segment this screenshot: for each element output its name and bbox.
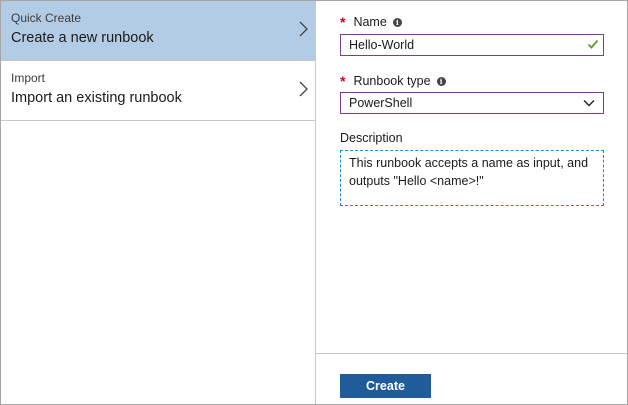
option-title: Quick Create [11, 11, 82, 25]
description-textarea[interactable]: This runbook accepts a name as input, an… [340, 150, 604, 206]
required-asterisk: * [340, 14, 346, 30]
required-asterisk: * [340, 73, 346, 89]
option-import[interactable]: Import Import an existing runbook [1, 61, 315, 121]
runbook-type-label-text: Runbook type [353, 74, 431, 88]
name-input[interactable]: Hello-World [340, 34, 604, 56]
runbook-form: * Name i Hello-World * Runbook type i Po… [316, 1, 627, 404]
option-description: Create a new runbook [11, 30, 154, 46]
create-runbook-blade: Quick Create Create a new runbook Import… [0, 0, 628, 405]
check-icon [587, 39, 599, 49]
name-label-text: Name [353, 15, 387, 29]
create-button[interactable]: Create [340, 374, 431, 398]
create-options-pane: Quick Create Create a new runbook Import… [1, 1, 316, 404]
option-description: Import an existing runbook [11, 90, 182, 106]
runbook-type-label: * Runbook type i [340, 73, 446, 89]
footer-divider [316, 353, 627, 354]
info-icon[interactable]: i [392, 17, 402, 27]
runbook-type-value: PowerShell [349, 96, 413, 110]
chevron-down-icon [583, 100, 595, 107]
chevron-right-icon [299, 81, 308, 97]
runbook-type-select[interactable]: PowerShell [340, 92, 604, 114]
option-title: Import [11, 71, 46, 85]
option-quick-create[interactable]: Quick Create Create a new runbook [1, 1, 315, 61]
info-icon[interactable]: i [436, 76, 446, 86]
name-input-value: Hello-World [349, 38, 415, 52]
description-label: Description [340, 131, 403, 145]
chevron-right-icon [299, 21, 308, 37]
name-label: * Name i [340, 14, 402, 30]
